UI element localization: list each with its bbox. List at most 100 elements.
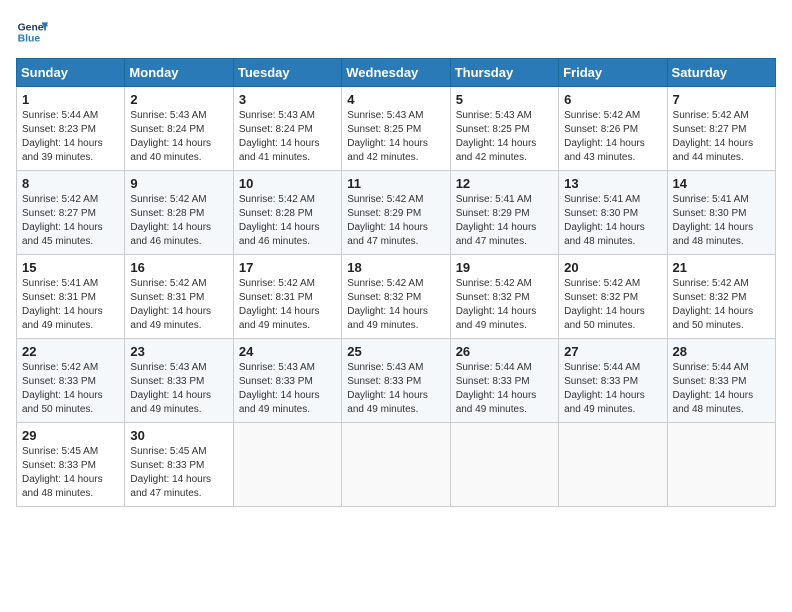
calendar-cell: 30 Sunrise: 5:45 AMSunset: 8:33 PMDayligh…: [125, 423, 233, 507]
day-number: 16: [130, 260, 227, 275]
day-info: Sunrise: 5:42 AMSunset: 8:32 PMDaylight:…: [564, 277, 661, 333]
calendar-cell: 25 Sunrise: 5:43 AMSunset: 8:33 PMDayligh…: [342, 339, 450, 423]
day-number: 13: [564, 176, 661, 191]
calendar-cell: 27Sunrise: 5:44 AMSunset: 8:33 PMDayligh…: [559, 339, 667, 423]
weekday-header-sunday: Sunday: [17, 59, 125, 87]
calendar-cell: 13 Sunrise: 5:41 AMSunset: 8:30 PMDayligh…: [559, 171, 667, 255]
day-info: Sunrise: 5:42 AMSunset: 8:28 PMDaylight:…: [239, 193, 336, 249]
day-info: Sunrise: 5:41 AMSunset: 8:30 PMDaylight:…: [564, 193, 661, 249]
calendar-cell: 10 Sunrise: 5:42 AMSunset: 8:28 PMDayligh…: [233, 171, 341, 255]
calendar-cell: 12 Sunrise: 5:41 AMSunset: 8:29 PMDayligh…: [450, 171, 558, 255]
day-number: 22: [22, 344, 119, 359]
day-number: 9: [130, 176, 227, 191]
calendar-cell: 23 Sunrise: 5:43 AMSunset: 8:33 PMDayligh…: [125, 339, 233, 423]
weekday-header-wednesday: Wednesday: [342, 59, 450, 87]
day-number: 23: [130, 344, 227, 359]
calendar-week-row: 15Sunrise: 5:41 AMSunset: 8:31 PMDayligh…: [17, 255, 776, 339]
weekday-header-tuesday: Tuesday: [233, 59, 341, 87]
day-info: Sunrise: 5:41 AMSunset: 8:31 PMDaylight:…: [22, 277, 119, 333]
calendar-cell: 22 Sunrise: 5:42 AMSunset: 8:33 PMDayligh…: [17, 339, 125, 423]
logo: General Blue: [16, 16, 52, 48]
day-info: Sunrise: 5:42 AMSunset: 8:29 PMDaylight:…: [347, 193, 444, 249]
day-number: 27: [564, 344, 661, 359]
day-info: Sunrise: 5:43 AMSunset: 8:33 PMDaylight:…: [130, 361, 227, 417]
day-number: 1: [22, 92, 119, 107]
day-number: 20: [564, 260, 661, 275]
day-info: Sunrise: 5:43 AMSunset: 8:24 PMDaylight:…: [239, 109, 336, 165]
calendar-cell: 8Sunrise: 5:42 AMSunset: 8:27 PMDaylight…: [17, 171, 125, 255]
calendar-cell: 17 Sunrise: 5:42 AMSunset: 8:31 PMDayligh…: [233, 255, 341, 339]
day-number: 14: [673, 176, 770, 191]
day-number: 4: [347, 92, 444, 107]
calendar-week-row: 22 Sunrise: 5:42 AMSunset: 8:33 PMDayligh…: [17, 339, 776, 423]
day-info: Sunrise: 5:42 AMSunset: 8:31 PMDaylight:…: [130, 277, 227, 333]
day-number: 28: [673, 344, 770, 359]
day-info: Sunrise: 5:42 AMSunset: 8:27 PMDaylight:…: [22, 193, 119, 249]
calendar-week-row: 8Sunrise: 5:42 AMSunset: 8:27 PMDaylight…: [17, 171, 776, 255]
day-info: Sunrise: 5:45 AMSunset: 8:33 PMDaylight:…: [22, 445, 119, 501]
calendar-cell: 15Sunrise: 5:41 AMSunset: 8:31 PMDayligh…: [17, 255, 125, 339]
calendar-cell: [450, 423, 558, 507]
day-number: 3: [239, 92, 336, 107]
day-info: Sunrise: 5:42 AMSunset: 8:31 PMDaylight:…: [239, 277, 336, 333]
day-number: 30: [130, 428, 227, 443]
calendar-cell: 20 Sunrise: 5:42 AMSunset: 8:32 PMDayligh…: [559, 255, 667, 339]
calendar-cell: 29 Sunrise: 5:45 AMSunset: 8:33 PMDayligh…: [17, 423, 125, 507]
calendar-cell: [667, 423, 775, 507]
day-number: 19: [456, 260, 553, 275]
svg-text:Blue: Blue: [18, 34, 41, 45]
day-number: 7: [673, 92, 770, 107]
calendar-cell: 2 Sunrise: 5:43 AMSunset: 8:24 PMDaylight…: [125, 87, 233, 171]
day-info: Sunrise: 5:42 AMSunset: 8:28 PMDaylight:…: [130, 193, 227, 249]
calendar-cell: 9 Sunrise: 5:42 AMSunset: 8:28 PMDaylight…: [125, 171, 233, 255]
day-info: Sunrise: 5:43 AMSunset: 8:33 PMDaylight:…: [239, 361, 336, 417]
calendar-cell: 18 Sunrise: 5:42 AMSunset: 8:32 PMDayligh…: [342, 255, 450, 339]
weekday-header-monday: Monday: [125, 59, 233, 87]
day-info: Sunrise: 5:45 AMSunset: 8:33 PMDaylight:…: [130, 445, 227, 501]
calendar-cell: 26 Sunrise: 5:44 AMSunset: 8:33 PMDayligh…: [450, 339, 558, 423]
calendar-cell: [233, 423, 341, 507]
weekday-header-saturday: Saturday: [667, 59, 775, 87]
day-number: 18: [347, 260, 444, 275]
calendar-cell: 16 Sunrise: 5:42 AMSunset: 8:31 PMDayligh…: [125, 255, 233, 339]
day-info: Sunrise: 5:44 AMSunset: 8:33 PMDaylight:…: [673, 361, 770, 417]
day-info: Sunrise: 5:43 AMSunset: 8:33 PMDaylight:…: [347, 361, 444, 417]
calendar-cell: 19Sunrise: 5:42 AMSunset: 8:32 PMDayligh…: [450, 255, 558, 339]
day-number: 5: [456, 92, 553, 107]
calendar-body: 1 Sunrise: 5:44 AMSunset: 8:23 PMDaylight…: [17, 87, 776, 507]
day-info: Sunrise: 5:41 AMSunset: 8:30 PMDaylight:…: [673, 193, 770, 249]
day-number: 2: [130, 92, 227, 107]
day-info: Sunrise: 5:41 AMSunset: 8:29 PMDaylight:…: [456, 193, 553, 249]
day-number: 10: [239, 176, 336, 191]
calendar-cell: 3 Sunrise: 5:43 AMSunset: 8:24 PMDaylight…: [233, 87, 341, 171]
day-number: 6: [564, 92, 661, 107]
day-number: 21: [673, 260, 770, 275]
day-number: 26: [456, 344, 553, 359]
day-number: 29: [22, 428, 119, 443]
weekday-header-friday: Friday: [559, 59, 667, 87]
weekday-header-thursday: Thursday: [450, 59, 558, 87]
day-number: 25: [347, 344, 444, 359]
calendar-cell: [559, 423, 667, 507]
calendar-week-row: 29 Sunrise: 5:45 AMSunset: 8:33 PMDayligh…: [17, 423, 776, 507]
day-info: Sunrise: 5:44 AMSunset: 8:23 PMDaylight:…: [22, 109, 119, 165]
calendar-week-row: 1 Sunrise: 5:44 AMSunset: 8:23 PMDaylight…: [17, 87, 776, 171]
day-info: Sunrise: 5:42 AMSunset: 8:33 PMDaylight:…: [22, 361, 119, 417]
day-info: Sunrise: 5:42 AMSunset: 8:32 PMDaylight:…: [673, 277, 770, 333]
day-info: Sunrise: 5:42 AMSunset: 8:27 PMDaylight:…: [673, 109, 770, 165]
day-number: 12: [456, 176, 553, 191]
day-info: Sunrise: 5:43 AMSunset: 8:24 PMDaylight:…: [130, 109, 227, 165]
day-info: Sunrise: 5:43 AMSunset: 8:25 PMDaylight:…: [456, 109, 553, 165]
logo-icon: General Blue: [16, 16, 48, 48]
calendar-cell: 11Sunrise: 5:42 AMSunset: 8:29 PMDayligh…: [342, 171, 450, 255]
calendar-cell: 14 Sunrise: 5:41 AMSunset: 8:30 PMDayligh…: [667, 171, 775, 255]
day-info: Sunrise: 5:42 AMSunset: 8:32 PMDaylight:…: [347, 277, 444, 333]
day-info: Sunrise: 5:43 AMSunset: 8:25 PMDaylight:…: [347, 109, 444, 165]
calendar-cell: 21 Sunrise: 5:42 AMSunset: 8:32 PMDayligh…: [667, 255, 775, 339]
day-number: 17: [239, 260, 336, 275]
calendar-cell: 4 Sunrise: 5:43 AMSunset: 8:25 PMDaylight…: [342, 87, 450, 171]
calendar-cell: 28 Sunrise: 5:44 AMSunset: 8:33 PMDayligh…: [667, 339, 775, 423]
calendar-cell: 6Sunrise: 5:42 AMSunset: 8:26 PMDaylight…: [559, 87, 667, 171]
calendar-table: SundayMondayTuesdayWednesdayThursdayFrid…: [16, 58, 776, 507]
day-info: Sunrise: 5:44 AMSunset: 8:33 PMDaylight:…: [456, 361, 553, 417]
